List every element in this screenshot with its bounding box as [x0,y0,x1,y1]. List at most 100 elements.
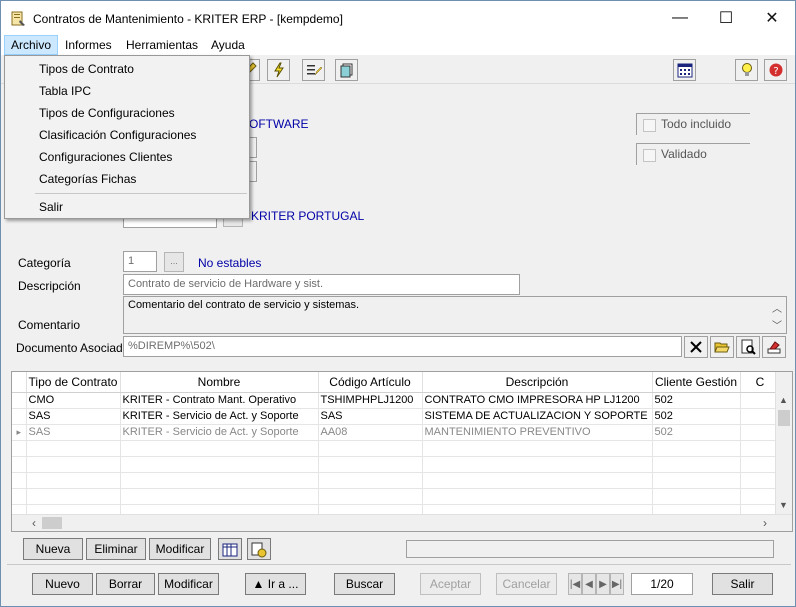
menu-archivo[interactable]: Archivo [4,35,59,55]
todo-incluido-checkbox[interactable] [643,119,656,132]
menu-item-configuraciones-clientes[interactable]: Configuraciones Clientes [7,146,247,168]
documento-remove-button[interactable] [762,336,786,358]
grid-columns-button[interactable] [218,538,242,560]
table-row[interactable]: SAS KRITER - Servicio de Act. y Soporte … [12,408,781,425]
toolbar-help-button[interactable]: ? [764,59,787,81]
comentario-scrollbar[interactable]: ︿ ﹀ [769,297,786,333]
cell-nombre[interactable]: KRITER - Servicio de Act. y Soporte [120,408,319,425]
cell-c[interactable] [740,392,781,409]
col-nombre[interactable]: Nombre [120,372,319,393]
cell-tipo[interactable]: CMO [26,392,121,409]
first-record-icon[interactable]: |◀ [568,573,582,595]
cell-codigo[interactable]: TSHIMPHPLJ1200 [318,392,423,409]
minimize-button[interactable]: — [657,1,703,35]
toolbar-list-edit-button[interactable] [302,59,325,81]
ir-a-button[interactable]: ▲ Ir a ... [245,573,306,595]
calendar-icon [677,63,692,78]
cell-descripcion[interactable]: MANTENIMIENTO PREVENTIVO [422,424,653,441]
grid-export-button[interactable] [247,538,271,560]
col-c[interactable]: C [740,372,781,393]
cell-cliente[interactable]: 502 [652,392,741,409]
col-descripcion[interactable]: Descripción [422,372,653,393]
validado-checkbox[interactable] [643,149,656,162]
vertical-scroll-thumb[interactable] [778,410,790,426]
cell-codigo[interactable]: SAS [318,408,423,425]
x-icon [690,341,702,353]
scroll-down-icon[interactable]: ▼ [779,500,788,510]
grid-horizontal-scrollbar[interactable]: ‹ › [12,514,792,531]
toolbar-documents-button[interactable] [335,59,358,81]
documento-input[interactable]: %DIREMP%\502\ [123,336,682,357]
eraser-icon [767,341,781,354]
next-record-icon[interactable]: ▶ [596,573,610,595]
buscar-button[interactable]: Buscar [334,573,395,595]
documento-preview-button[interactable] [736,336,760,358]
table-row[interactable]: CMO KRITER - Contrato Mant. Operativo TS… [12,392,781,409]
comentario-label: Comentario [18,318,81,332]
grid-table: Tipo de Contrato Nombre Código Artículo … [12,372,781,521]
documento-open-button[interactable] [710,336,734,358]
menu-ayuda[interactable]: Ayuda [205,35,251,55]
categoria-description: No estables [198,256,262,270]
scroll-right-icon[interactable]: › [763,516,767,530]
cell-c[interactable] [740,424,781,441]
cell-cliente[interactable]: 502 [652,424,741,441]
modificar-line-button[interactable]: Modificar [149,538,211,560]
cell-codigo[interactable]: AA08 [318,424,423,441]
cell-tipo[interactable]: SAS [26,408,121,425]
modificar-button[interactable]: Modificar [158,573,219,595]
col-tipo-contrato[interactable]: Tipo de Contrato [26,372,121,393]
scroll-up-icon[interactable]: ︿ [772,300,782,315]
descripcion-label: Descripción [18,279,81,293]
nuevo-button[interactable]: Nuevo [32,573,93,595]
borrar-button[interactable]: Borrar [96,573,155,595]
archivo-dropdown-menu: Tipos de Contrato Tabla IPC Tipos de Con… [4,55,250,219]
salir-button[interactable]: Salir [712,573,773,595]
cell-descripcion[interactable]: SISTEMA DE ACTUALIZACION Y SOPORTE [422,408,653,425]
categoria-lookup-button[interactable]: ... [164,252,184,272]
menu-item-tipos-contrato[interactable]: Tipos de Contrato [7,58,247,80]
grid-vertical-scrollbar[interactable]: ▲ ▼ [775,372,792,518]
menu-herramientas[interactable]: Herramientas [120,35,204,55]
window-title: Contratos de Mantenimiento - KRITER ERP … [33,12,343,26]
maximize-button[interactable]: ☐ [703,1,749,35]
row-indicator: ▸ [12,424,27,441]
prev-record-icon[interactable]: ◀ [582,573,596,595]
cell-cliente[interactable]: 502 [652,408,741,425]
scroll-left-icon[interactable]: ‹ [32,516,36,530]
contracts-grid[interactable]: Tipo de Contrato Nombre Código Artículo … [11,371,793,532]
menu-item-clasificacion-configuraciones[interactable]: Clasificación Configuraciones [7,124,247,146]
scroll-up-icon[interactable]: ▲ [779,395,788,405]
toolbar-lightning-button[interactable] [267,59,290,81]
descripcion-input[interactable]: Contrato de servicio de Hardware y sist. [123,274,520,295]
horizontal-scroll-thumb[interactable] [42,517,62,529]
todo-incluido-label: Todo incluido [661,117,732,131]
table-row-empty [12,456,781,473]
close-button[interactable]: ✕ [749,1,795,35]
cell-nombre[interactable]: KRITER - Contrato Mant. Operativo [120,392,319,409]
menu-item-categorias-fichas[interactable]: Categorías Fichas [7,168,247,190]
nueva-button[interactable]: Nueva [23,538,83,560]
scroll-down-icon[interactable]: ﹀ [772,317,782,332]
toolbar-tip-button[interactable] [735,59,758,81]
cell-c[interactable] [740,408,781,425]
cancelar-button[interactable]: Cancelar [496,573,557,595]
table-row[interactable]: ▸ SAS KRITER - Servicio de Act. y Soport… [12,424,781,441]
cell-tipo[interactable]: SAS [26,424,121,441]
cell-descripcion[interactable]: CONTRATO CMO IMPRESORA HP LJ1200 [422,392,653,409]
categoria-input[interactable]: 1 [123,251,157,272]
list-edit-icon [306,65,322,76]
menu-item-tabla-ipc[interactable]: Tabla IPC [7,80,247,102]
col-cliente-gestion[interactable]: Cliente Gestión [652,372,741,393]
aceptar-button[interactable]: Aceptar [420,573,481,595]
last-record-icon[interactable]: ▶| [610,573,624,595]
comentario-textarea[interactable]: Comentario del contrato de servicio y si… [123,296,787,334]
col-codigo-articulo[interactable]: Código Artículo [318,372,423,393]
toolbar-calendar-button[interactable] [673,59,696,81]
eliminar-button[interactable]: Eliminar [86,538,146,560]
cell-nombre[interactable]: KRITER - Servicio de Act. y Soporte [120,424,319,441]
menu-item-salir[interactable]: Salir [7,196,247,218]
menu-informes[interactable]: Informes [59,35,118,55]
menu-item-tipos-configuraciones[interactable]: Tipos de Configuraciones [7,102,247,124]
documento-clear-button[interactable] [684,336,708,358]
